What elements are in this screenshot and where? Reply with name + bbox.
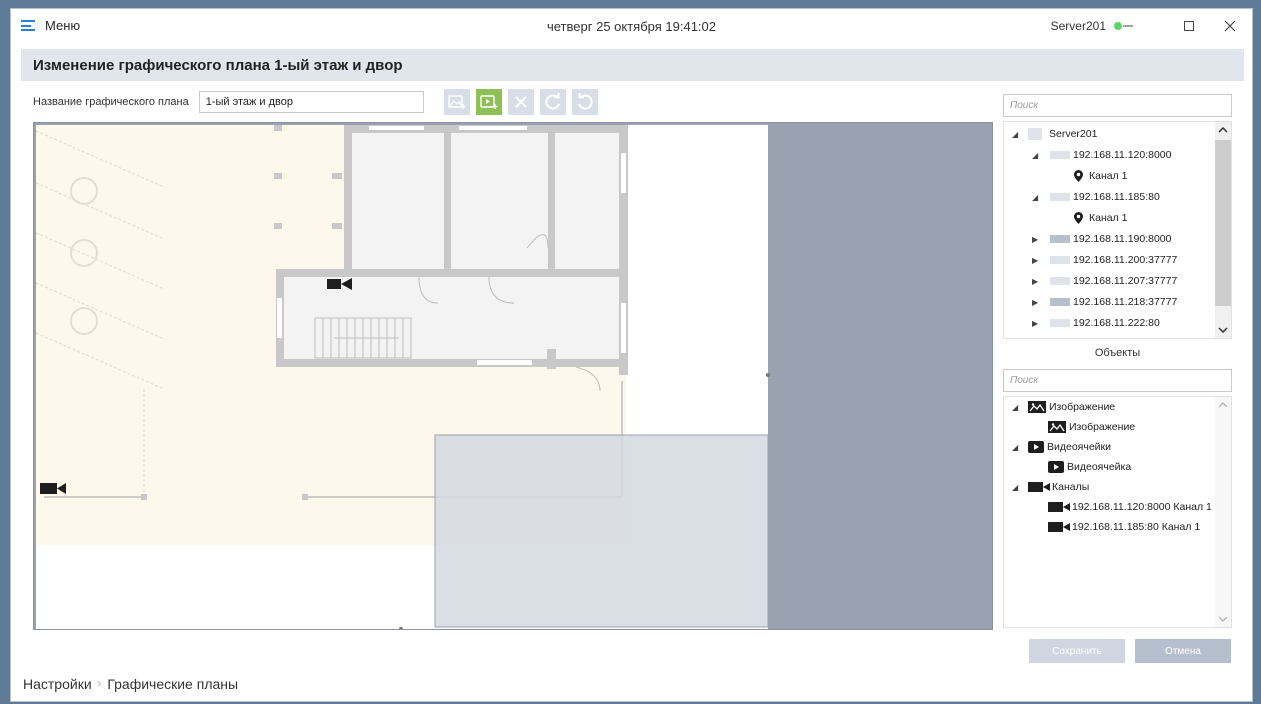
videocell-icon (1048, 461, 1064, 473)
plan-name-label: Название графического плана (33, 96, 189, 108)
maximize-button[interactable] (1175, 13, 1203, 39)
plan-toolbar (444, 89, 598, 115)
server-status: Server201 (1051, 19, 1122, 33)
titlebar: Меню четверг 25 октября 19:41:02 Server2… (11, 9, 1252, 45)
tree-label: Видеоячейка (1067, 461, 1132, 473)
app-window: Меню четверг 25 октября 19:41:02 Server2… (10, 8, 1253, 702)
collapsed-arrow-icon: ▶ (1032, 318, 1039, 328)
scroll-down-button[interactable] (1215, 611, 1231, 627)
add-image-icon (448, 95, 466, 109)
close-button[interactable] (1216, 13, 1244, 39)
tree-label: 192.168.11.185:80 Канал 1 (1072, 521, 1201, 533)
collapsed-arrow-icon: ▶ (1032, 297, 1039, 307)
chevron-up-icon (1218, 402, 1228, 408)
tree-label: 192.168.11.207:37777 (1073, 275, 1178, 287)
objects-tree: ◢ Изображение Изображение ◢ Видеоячейки (1003, 396, 1232, 628)
breadcrumb-root[interactable]: Настройки (23, 676, 92, 692)
image-icon (1048, 421, 1066, 433)
tree-label: 192.168.11.120:8000 Канал 1 (1072, 501, 1212, 513)
camera-icon (1028, 482, 1050, 492)
camera-icon (1048, 502, 1070, 512)
tree-label: Канал 1 (1089, 170, 1128, 182)
device-icon (1050, 298, 1070, 306)
expanded-arrow-icon: ◢ (1012, 482, 1019, 492)
scroll-down-button[interactable] (1215, 322, 1231, 338)
collapsed-arrow-icon: ▶ (1032, 276, 1039, 286)
hamburger-icon (21, 20, 35, 31)
scroll-thumb[interactable] (1215, 140, 1231, 306)
expanded-arrow-icon: ◢ (1012, 442, 1019, 452)
dialog-buttons: Сохранить Отмена (1029, 639, 1231, 663)
add-videocell-icon (480, 95, 498, 109)
undo-button[interactable] (572, 89, 598, 115)
menu-button[interactable]: Меню (21, 18, 80, 33)
tree-label: 192.168.11.200:37777 (1073, 254, 1178, 266)
collapsed-arrow-icon: ▶ (1032, 255, 1039, 265)
tree-label: 192.168.11.190:8000 (1073, 233, 1172, 245)
map-pin-icon (1074, 212, 1083, 224)
map-pin-icon (1074, 170, 1083, 182)
tree-label: 192.168.11.185:80 (1073, 191, 1160, 203)
plan-canvas[interactable] (33, 122, 993, 630)
tree-label: 192.168.11.218:37777 (1073, 296, 1178, 308)
page-header: Изменение графического плана 1-ый этаж и… (21, 49, 1244, 81)
expanded-arrow-icon: ◢ (1032, 150, 1039, 160)
server-tree: ◢ Server201 ◢ 192.168.11.120:8000 Канал … (1003, 121, 1232, 339)
menu-label: Меню (45, 18, 81, 33)
camera-icon (1048, 522, 1070, 532)
expanded-arrow-icon: ◢ (1032, 192, 1039, 202)
server-search-input[interactable] (1003, 94, 1232, 117)
tree-label: 192.168.11.120:8000 (1073, 149, 1172, 161)
cancel-button[interactable]: Отмена (1135, 639, 1231, 663)
collapsed-arrow-icon: ▶ (1032, 234, 1039, 244)
image-icon (1028, 401, 1046, 413)
chevron-up-icon (1218, 127, 1228, 133)
add-image-button[interactable] (444, 89, 470, 115)
tree-label: Видеоячейки (1047, 441, 1111, 453)
page-title: Изменение графического плана 1-ый этаж и… (33, 56, 403, 74)
tree-label: Канал 1 (1089, 212, 1128, 224)
objects-title: Объекты (1094, 347, 1141, 359)
device-icon (1050, 151, 1070, 159)
add-videocell-button[interactable] (476, 89, 502, 115)
delete-icon (515, 96, 527, 108)
device-icon (1050, 256, 1070, 264)
device-icon (1050, 319, 1070, 327)
tree-label: Изображение (1069, 421, 1136, 433)
minimize-button[interactable] (1114, 13, 1142, 39)
breadcrumb: Настройки › Графические планы (23, 676, 238, 692)
redo-button[interactable] (540, 89, 566, 115)
objects-tree-scrollbar[interactable] (1215, 397, 1231, 627)
tree-label: 192.168.11.222:80 (1073, 317, 1160, 329)
maximize-icon (1184, 21, 1194, 31)
plan-name-input[interactable] (198, 91, 424, 113)
breadcrumb-current: Графические планы (107, 676, 239, 692)
device-icon (1050, 277, 1070, 285)
delete-button[interactable] (508, 89, 534, 115)
chevron-down-icon (1218, 616, 1228, 622)
plan-name-row: Название графического плана (33, 91, 424, 113)
breadcrumb-separator-icon: › (97, 678, 102, 690)
expanded-arrow-icon: ◢ (1012, 402, 1019, 412)
save-button[interactable]: Сохранить (1029, 639, 1125, 663)
minimize-icon (1123, 25, 1133, 27)
undo-icon (578, 93, 593, 110)
right-panel: ◢ Server201 ◢ 192.168.11.120:8000 Канал … (1003, 94, 1232, 628)
scroll-up-button[interactable] (1215, 122, 1231, 138)
close-icon (1224, 20, 1236, 32)
tree-label: Каналы (1052, 481, 1090, 493)
redo-icon (545, 93, 560, 110)
chevron-down-icon (1218, 327, 1228, 333)
videocell-icon (1028, 441, 1044, 453)
server-name: Server201 (1050, 19, 1106, 33)
floor-plan-image (35, 125, 770, 629)
expanded-arrow-icon: ◢ (1012, 129, 1019, 139)
server-icon (1028, 128, 1042, 140)
device-icon (1050, 235, 1070, 243)
scroll-up-button[interactable] (1215, 397, 1231, 413)
device-icon (1050, 193, 1070, 201)
tree-label: Server201 (1049, 128, 1098, 140)
objects-search-input[interactable] (1003, 369, 1232, 392)
tree-label: Изображение (1049, 401, 1116, 413)
